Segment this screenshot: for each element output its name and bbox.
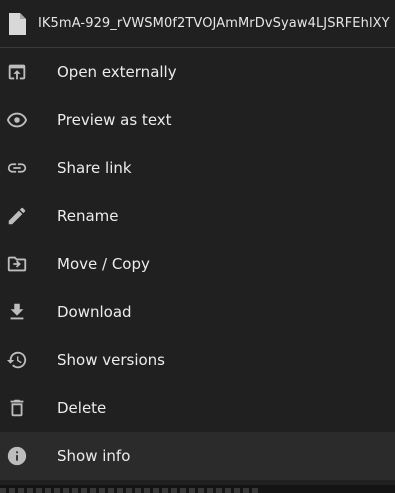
menu-item-move-copy[interactable]: Move / Copy: [0, 240, 395, 288]
info-icon: [6, 445, 28, 467]
menu-item-share-link[interactable]: Share link: [0, 144, 395, 192]
folder-move-icon: [6, 253, 28, 275]
file-name: IK5mA-929_rVWSM0f2TVOJAmMrDvSyaw4LJSRFEh…: [38, 16, 390, 31]
menu-item-open-externally[interactable]: Open externally: [0, 48, 395, 96]
file-icon: [9, 12, 26, 35]
pencil-icon: [6, 205, 28, 227]
menu-item-label: Show info: [57, 447, 131, 465]
menu-item-label: Preview as text: [57, 111, 172, 129]
download-icon: [6, 301, 28, 323]
menu-item-show-versions[interactable]: Show versions: [0, 336, 395, 384]
menu-item-download[interactable]: Download: [0, 288, 395, 336]
menu-item-label: Rename: [57, 207, 119, 225]
menu-item-label: Delete: [57, 399, 107, 417]
menu-header: IK5mA-929_rVWSM0f2TVOJAmMrDvSyaw4LJSRFEh…: [0, 0, 395, 48]
menu-item-label: Show versions: [57, 351, 165, 369]
underlying-window-edge: [0, 485, 395, 493]
link-icon: [6, 157, 28, 179]
menu-item-rename[interactable]: Rename: [0, 192, 395, 240]
obscured-text: [0, 488, 260, 493]
open-external-icon: [6, 61, 28, 83]
menu-item-delete[interactable]: Delete: [0, 384, 395, 432]
menu-item-label: Download: [57, 303, 132, 321]
trash-icon: [6, 397, 28, 419]
history-icon: [6, 349, 28, 371]
menu-item-label: Open externally: [57, 63, 177, 81]
eye-icon: [6, 109, 28, 131]
menu-item-label: Share link: [57, 159, 132, 177]
menu-item-show-info[interactable]: Show info: [0, 432, 395, 480]
menu-item-label: Move / Copy: [57, 255, 150, 273]
context-menu: IK5mA-929_rVWSM0f2TVOJAmMrDvSyaw4LJSRFEh…: [0, 0, 395, 485]
menu-item-preview-as-text[interactable]: Preview as text: [0, 96, 395, 144]
